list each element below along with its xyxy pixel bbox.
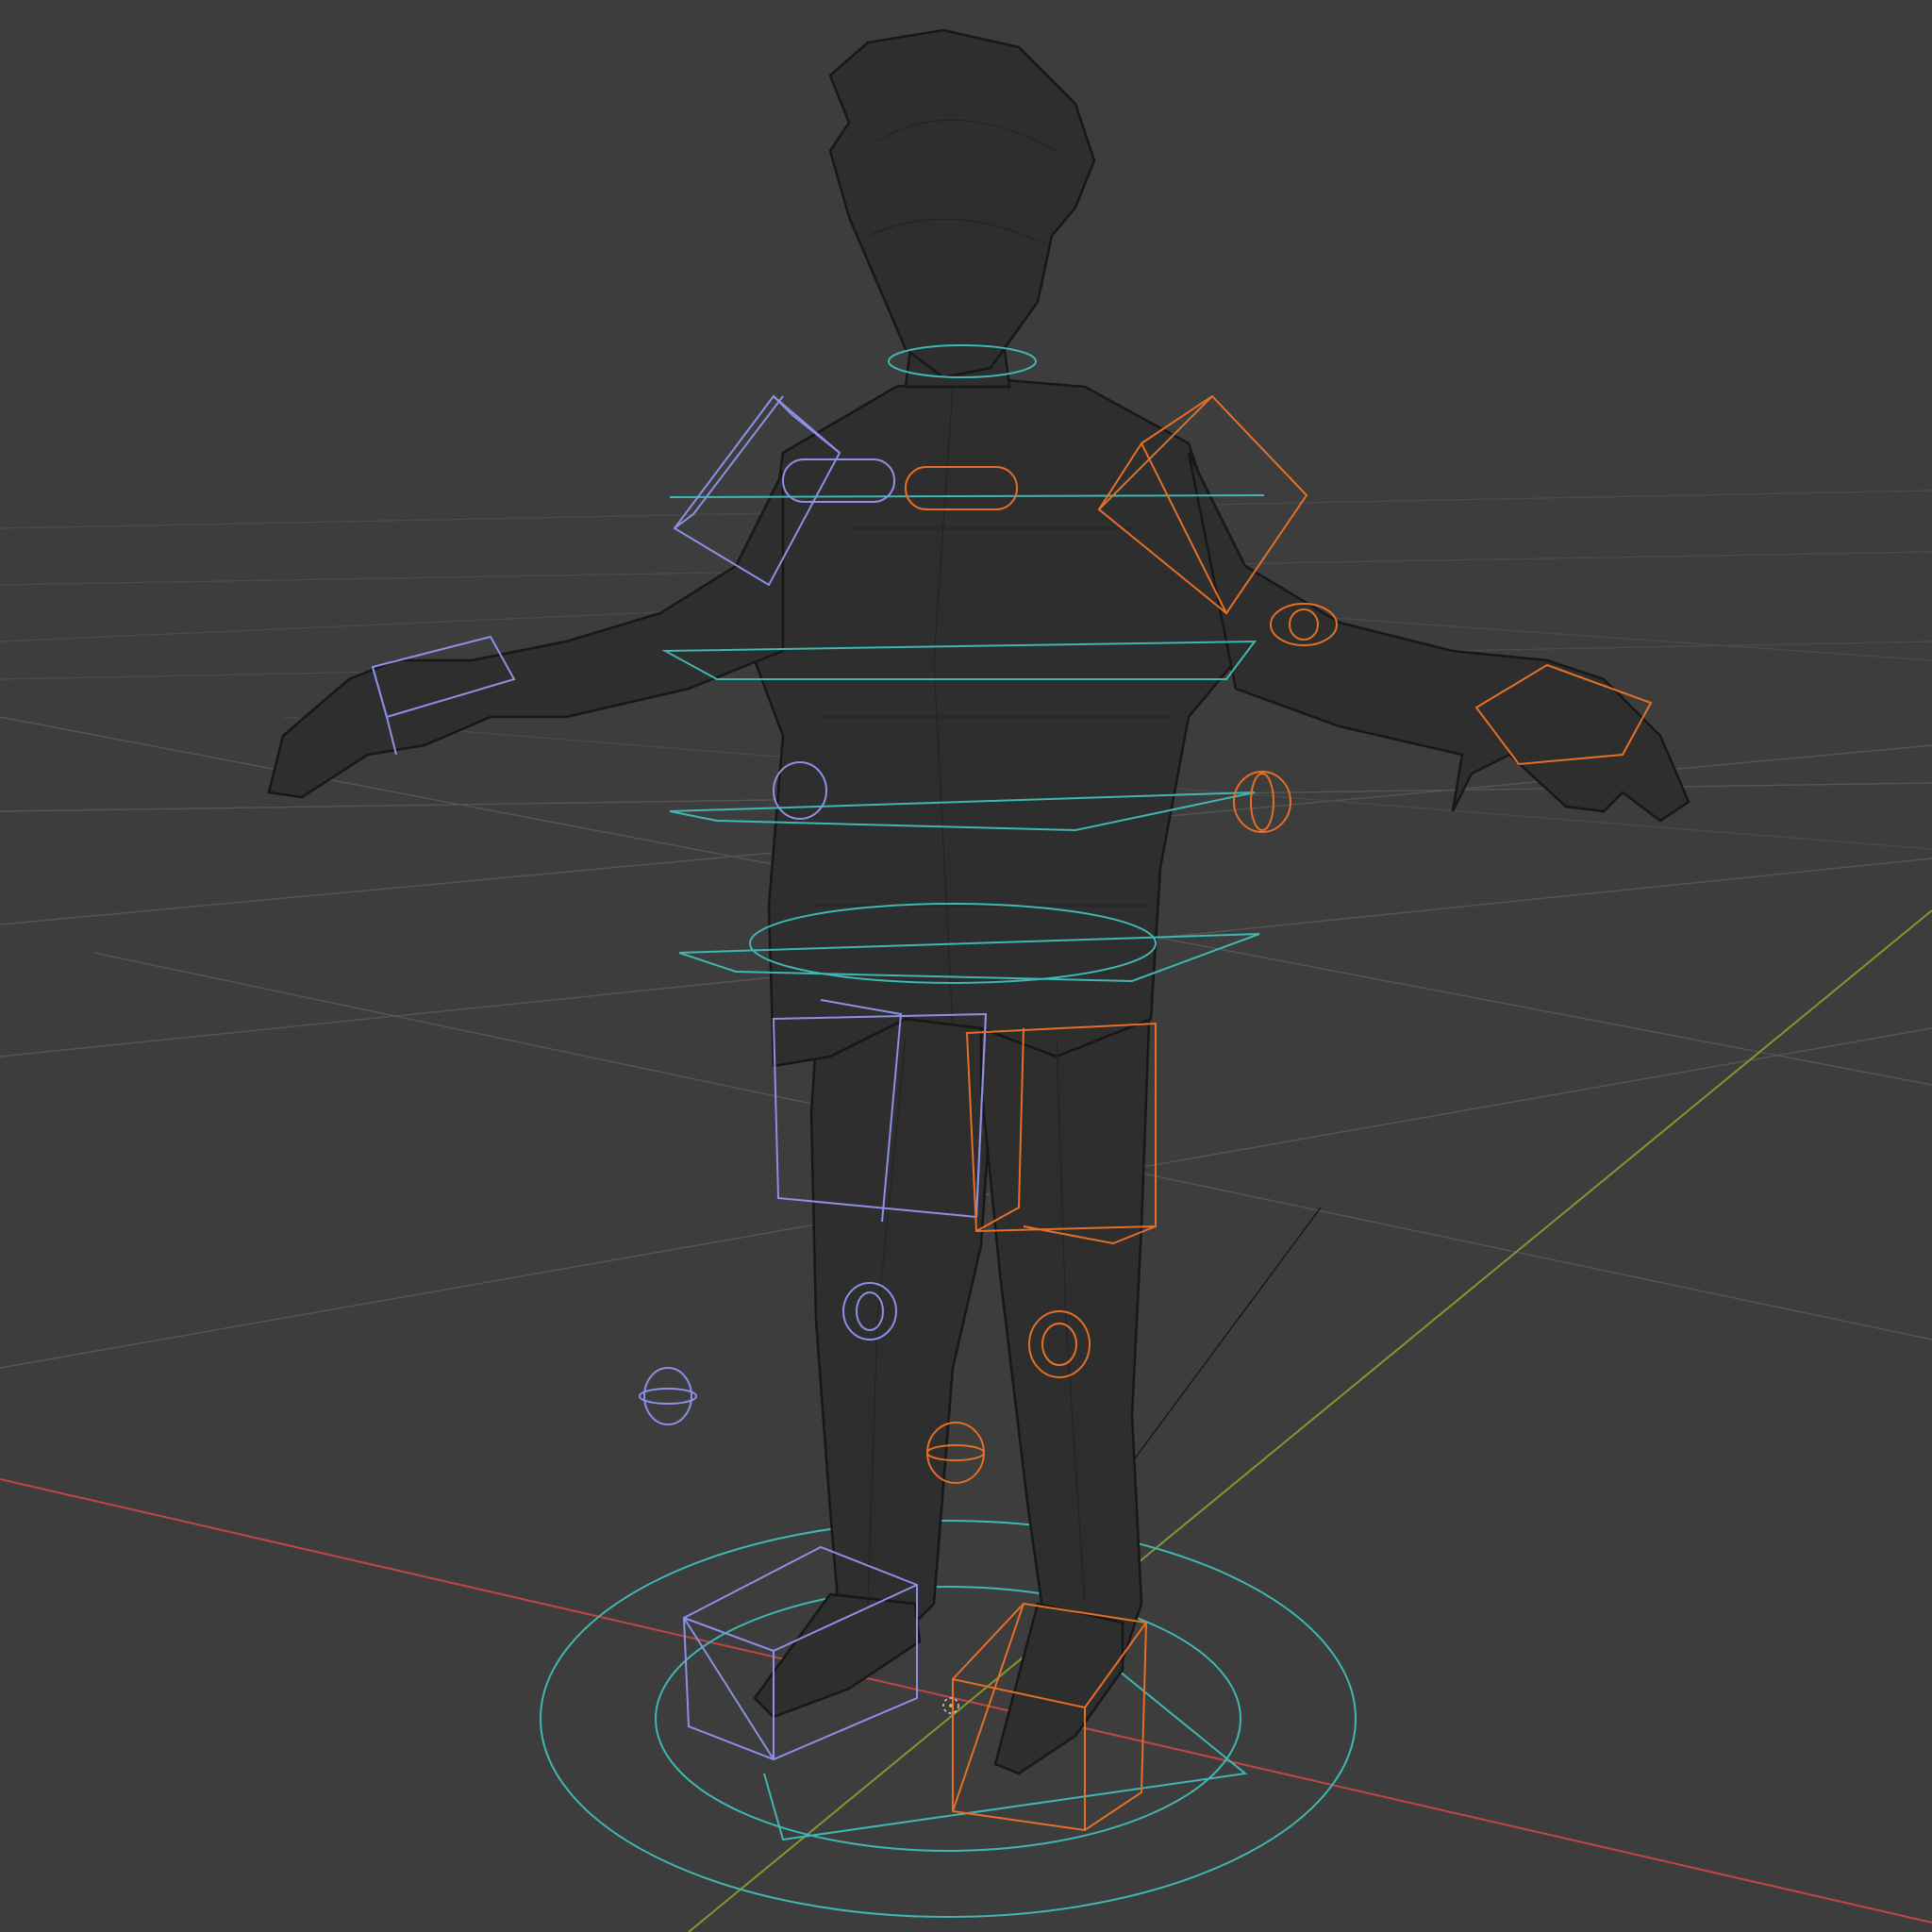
3d-viewport[interactable] — [0, 0, 1932, 1932]
x-axis-line — [0, 1478, 1932, 1924]
left-shoe — [753, 1592, 922, 1719]
jacket — [753, 375, 1238, 1068]
3d-cursor[interactable] — [942, 1697, 959, 1714]
head — [828, 28, 1096, 379]
left-arm — [267, 471, 785, 799]
left-foot-pole — [643, 1367, 692, 1425]
character-mesh[interactable] — [267, 28, 1690, 1775]
right-wrist-pole — [1233, 771, 1291, 833]
ik-pole-line — [1131, 1207, 1322, 1463]
viewport-canvas[interactable] — [0, 0, 1932, 1932]
right-arm — [1187, 452, 1690, 823]
